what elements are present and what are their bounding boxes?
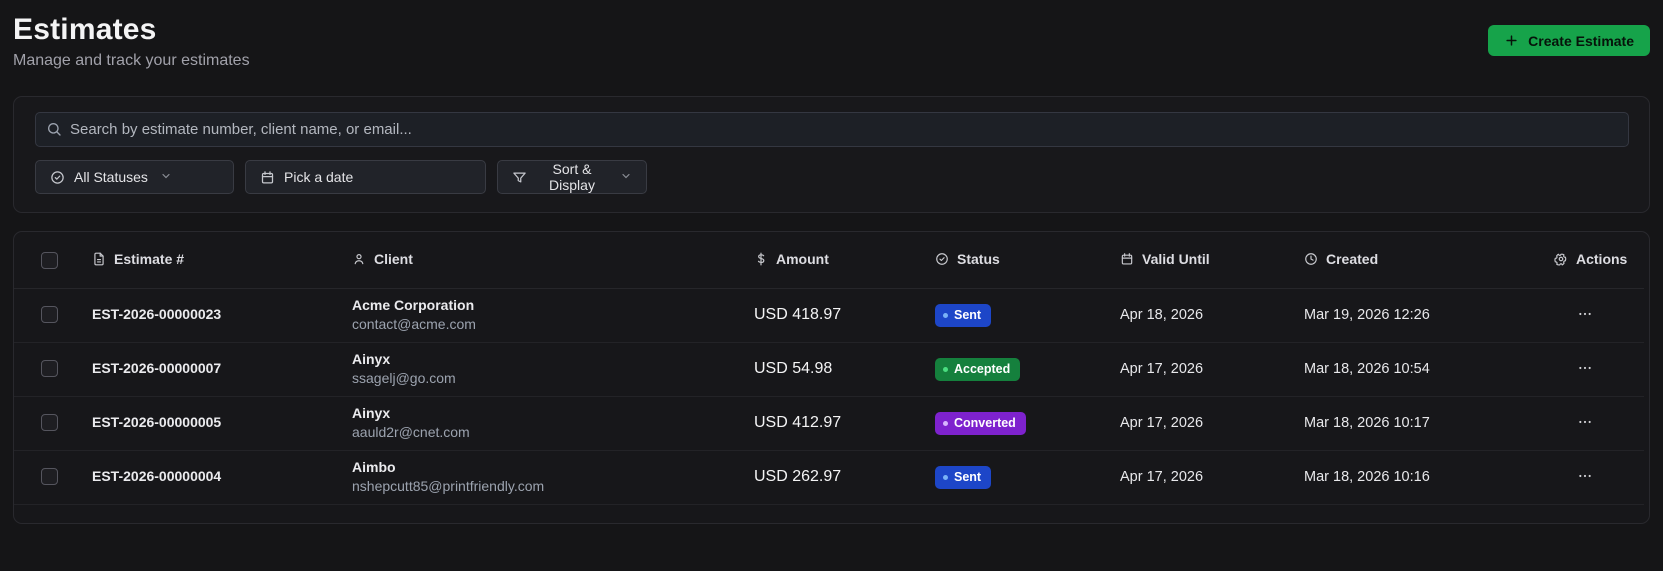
file-text-icon xyxy=(92,252,106,266)
row-actions-button[interactable] xyxy=(1571,464,1599,491)
client-name: Ainyx xyxy=(352,405,391,421)
client-name: Acme Corporation xyxy=(352,297,475,313)
dollar-icon xyxy=(754,252,768,266)
status-filter-label: All Statuses xyxy=(74,169,148,185)
status-dot-icon xyxy=(943,366,948,372)
status-dot-icon xyxy=(943,420,948,426)
row-checkbox[interactable] xyxy=(41,414,58,432)
search-field-wrapper xyxy=(35,112,1629,147)
status-badge: Sent xyxy=(935,465,992,489)
estimate-number: EST-2026-00000004 xyxy=(92,468,222,484)
row-actions-button[interactable] xyxy=(1571,356,1599,383)
date-filter-label: Pick a date xyxy=(284,169,354,185)
client-email: contact@acme.com xyxy=(352,316,476,332)
valid-until-value: Apr 17, 2026 xyxy=(1120,469,1204,485)
filter-button-row: All Statuses Pick a date Sort & Display xyxy=(35,160,1628,194)
column-header-valid-until: Valid Until xyxy=(1142,250,1210,267)
created-value: Mar 18, 2026 10:17 xyxy=(1304,415,1430,431)
client-email: nshepcutt85@printfriendly.com xyxy=(352,478,545,494)
status-dot-icon xyxy=(943,474,948,480)
amount-value: USD 418.97 xyxy=(754,306,842,323)
client-name: Aimbo xyxy=(352,459,396,475)
status-label: Accepted xyxy=(954,362,1011,376)
status-badge: Accepted xyxy=(935,357,1021,381)
valid-until-value: Apr 18, 2026 xyxy=(1120,307,1204,323)
clock-icon xyxy=(1304,252,1318,266)
column-header-actions: Actions xyxy=(1576,250,1628,267)
status-filter-button[interactable]: All Statuses xyxy=(35,160,234,194)
status-label: Converted xyxy=(954,416,1016,430)
row-checkbox[interactable] xyxy=(41,468,58,486)
plus-icon xyxy=(1504,33,1519,48)
valid-until-value: Apr 17, 2026 xyxy=(1120,415,1204,431)
estimates-table-panel: Estimate # Client Amount Status Valid Un… xyxy=(13,231,1650,524)
table-row[interactable]: EST-2026-00000004 Aimbo nshepcutt85@prin… xyxy=(14,450,1644,504)
status-dot-icon xyxy=(943,312,948,318)
created-value: Mar 18, 2026 10:16 xyxy=(1304,469,1430,485)
select-all-checkbox[interactable] xyxy=(41,251,58,269)
ellipsis-icon xyxy=(1577,468,1593,487)
page-heading-group: Estimates Manage and track your estimate… xyxy=(13,13,250,70)
chevron-down-icon xyxy=(620,169,632,185)
status-badge: Sent xyxy=(935,303,992,327)
sort-display-button[interactable]: Sort & Display xyxy=(497,160,647,194)
table-row[interactable]: EST-2026-00000005 Ainyx aauld2r@cnet.com… xyxy=(14,396,1644,450)
user-icon xyxy=(352,252,366,266)
status-label: Sent xyxy=(954,308,982,322)
row-checkbox[interactable] xyxy=(41,306,58,324)
funnel-icon xyxy=(512,170,527,185)
filters-panel: All Statuses Pick a date Sort & Display xyxy=(13,96,1650,213)
ellipsis-icon xyxy=(1577,360,1593,379)
estimate-number: EST-2026-00000005 xyxy=(92,414,222,430)
column-header-status: Status xyxy=(957,250,1000,267)
date-filter-button[interactable]: Pick a date xyxy=(245,160,486,194)
estimate-number: EST-2026-00000023 xyxy=(92,306,222,322)
valid-until-value: Apr 17, 2026 xyxy=(1120,361,1204,377)
page-subtitle: Manage and track your estimates xyxy=(13,52,250,69)
amount-value: USD 54.98 xyxy=(754,360,833,377)
created-value: Mar 18, 2026 10:54 xyxy=(1304,361,1430,377)
column-header-estimate: Estimate # xyxy=(114,250,185,267)
search-input[interactable] xyxy=(35,112,1629,147)
status-circle-check-icon xyxy=(935,252,949,266)
calendar-icon xyxy=(260,170,275,185)
calendar-icon xyxy=(1120,252,1134,266)
table-header-row: Estimate # Client Amount Status Valid Un… xyxy=(14,232,1644,289)
chevron-down-icon xyxy=(160,169,172,185)
row-checkbox[interactable] xyxy=(41,360,58,378)
search-icon xyxy=(46,121,62,142)
circle-check-icon xyxy=(50,170,65,185)
table-row[interactable]: EST-2026-00000023 Acme Corporation conta… xyxy=(14,288,1644,342)
column-header-created: Created xyxy=(1326,250,1379,267)
column-header-amount: Amount xyxy=(776,250,829,267)
column-header-client: Client xyxy=(374,250,413,267)
client-email: aauld2r@cnet.com xyxy=(352,424,470,440)
client-name: Ainyx xyxy=(352,351,391,367)
status-badge: Converted xyxy=(935,411,1026,435)
row-actions-button[interactable] xyxy=(1571,302,1599,329)
ellipsis-icon xyxy=(1577,306,1593,325)
create-estimate-label: Create Estimate xyxy=(1528,32,1634,49)
gear-icon xyxy=(1554,252,1568,266)
page-title: Estimates xyxy=(13,13,157,46)
amount-value: USD 262.97 xyxy=(754,468,842,485)
estimate-number: EST-2026-00000007 xyxy=(92,360,222,376)
client-email: ssagelj@go.com xyxy=(352,370,456,386)
sort-display-label: Sort & Display xyxy=(549,161,595,193)
amount-value: USD 412.97 xyxy=(754,414,842,431)
page-header: Estimates Manage and track your estimate… xyxy=(0,0,1663,70)
create-estimate-button[interactable]: Create Estimate xyxy=(1488,25,1650,56)
estimates-table: Estimate # Client Amount Status Valid Un… xyxy=(14,232,1644,505)
status-label: Sent xyxy=(954,470,982,484)
ellipsis-icon xyxy=(1577,414,1593,433)
row-actions-button[interactable] xyxy=(1571,410,1599,437)
created-value: Mar 19, 2026 12:26 xyxy=(1304,307,1430,323)
table-row[interactable]: EST-2026-00000007 Ainyx ssagelj@go.com U… xyxy=(14,342,1644,396)
